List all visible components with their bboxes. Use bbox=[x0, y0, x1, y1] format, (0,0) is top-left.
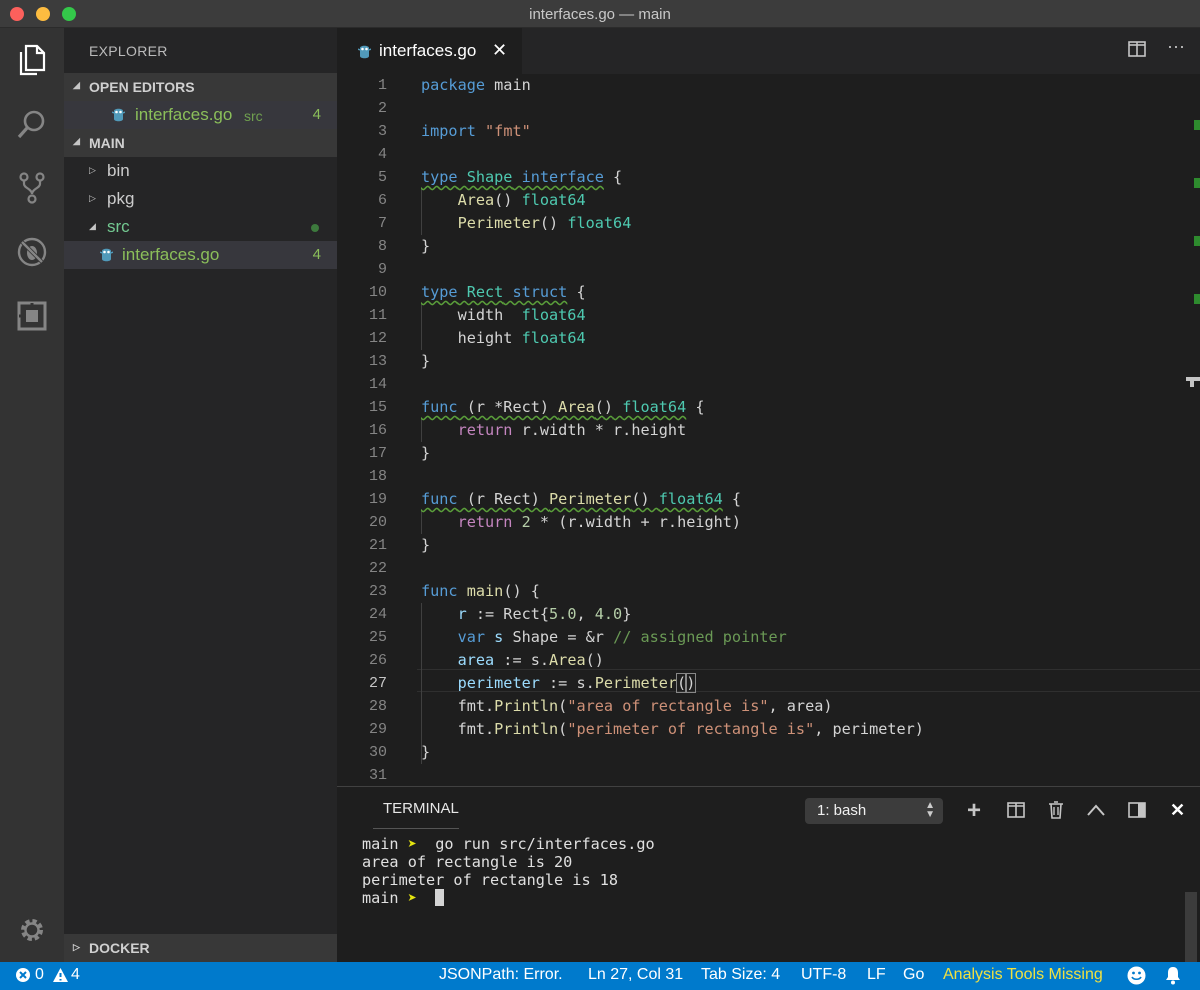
feedback-smiley-icon[interactable] bbox=[1127, 966, 1146, 990]
terminal-line: main ➤ bbox=[362, 889, 445, 907]
chevron-down-icon: ◢ bbox=[73, 136, 80, 146]
code-line: func main() { bbox=[421, 582, 540, 600]
go-file-icon bbox=[357, 43, 372, 65]
code-line: } bbox=[421, 743, 431, 761]
code-line: Area() float64 bbox=[457, 191, 586, 209]
status-bar: 0 4 JSONPath: Error. Ln 27, Col 31 Tab S… bbox=[0, 962, 1200, 990]
editor-tabs-bar: interfaces.go ✕ ··· bbox=[337, 28, 1200, 74]
code-line: import "fmt" bbox=[421, 122, 531, 140]
debug-icon[interactable] bbox=[14, 234, 50, 270]
encoding[interactable]: UTF-8 bbox=[801, 966, 846, 984]
warning-count[interactable]: 4 bbox=[71, 966, 80, 984]
tree-item-src[interactable]: ◢ src bbox=[64, 213, 337, 241]
extensions-icon[interactable] bbox=[14, 298, 50, 334]
code-line: height float64 bbox=[457, 329, 586, 347]
window-title: interfaces.go — main bbox=[529, 6, 671, 23]
tab-interfaces-go[interactable]: interfaces.go ✕ bbox=[337, 28, 522, 74]
code-line: var s Shape = &r // assigned pointer bbox=[457, 628, 787, 646]
terminal-cursor bbox=[435, 889, 445, 906]
code-line: type Rect struct { bbox=[421, 283, 586, 301]
split-terminal-icon[interactable] bbox=[1007, 802, 1025, 823]
code-line: } bbox=[421, 444, 431, 462]
terminal-line: perimeter of rectangle is 18 bbox=[362, 871, 619, 889]
code-line: fmt.Println("area of rectangle is", area… bbox=[457, 697, 833, 715]
trash-icon[interactable] bbox=[1048, 801, 1064, 824]
bell-icon[interactable] bbox=[1164, 966, 1182, 990]
tree-item-pkg[interactable]: ▷ pkg bbox=[64, 185, 337, 213]
activity-bar bbox=[0, 28, 64, 962]
go-file-icon bbox=[99, 246, 114, 268]
code-line: Perimeter() float64 bbox=[457, 214, 632, 232]
chevron-down-icon: ◢ bbox=[89, 221, 96, 231]
warning-icon[interactable] bbox=[52, 967, 69, 988]
code-line: area := s.Area() bbox=[457, 651, 604, 669]
go-file-icon bbox=[111, 106, 126, 128]
code-line: return 2 * (r.width + r.height) bbox=[457, 513, 742, 531]
code-line: fmt.Println("perimeter of rectangle is",… bbox=[457, 720, 924, 738]
chevron-right-icon: ▷ bbox=[73, 942, 80, 952]
terminal-select[interactable]: 1: bash ▲ ▼ bbox=[805, 798, 943, 824]
code-editor[interactable]: 1 2 3 4 5 6 7 8 9 10 11 12 13 14 15 16 1… bbox=[337, 74, 1200, 786]
open-editors-section[interactable]: ◢ OPEN EDITORS bbox=[64, 73, 337, 101]
main-folder-section[interactable]: ◢ MAIN bbox=[64, 129, 337, 157]
terminal-panel: TERMINAL 1: bash ▲ ▼ + ✕ main ➤ go run sr… bbox=[337, 786, 1200, 962]
jsonpath-status[interactable]: JSONPath: Error. bbox=[439, 966, 563, 984]
cursor-position[interactable]: Ln 27, Col 31 bbox=[588, 966, 683, 984]
chevron-up-down-icon: ▲ ▼ bbox=[925, 800, 935, 820]
more-icon[interactable]: ··· bbox=[1167, 36, 1185, 57]
explorer-title: EXPLORER bbox=[89, 43, 168, 59]
overview-ruler-mark bbox=[1194, 236, 1200, 246]
explorer-sidebar: EXPLORER ◢ OPEN EDITORS interfaces.go sr… bbox=[64, 28, 337, 962]
problem-count-badge: 4 bbox=[312, 106, 321, 123]
code-line: r := Rect{5.0, 4.0} bbox=[457, 605, 632, 623]
modified-indicator bbox=[311, 224, 319, 232]
code-line: } bbox=[421, 352, 431, 370]
overview-ruler-mark bbox=[1194, 178, 1200, 188]
chevron-down-icon: ◢ bbox=[73, 80, 80, 90]
close-tab-icon[interactable]: ✕ bbox=[492, 40, 507, 61]
error-icon[interactable] bbox=[15, 967, 31, 988]
line-ending[interactable]: LF bbox=[867, 966, 886, 984]
close-panel-icon[interactable]: ✕ bbox=[1170, 800, 1185, 821]
tree-item-interfaces-go[interactable]: interfaces.go 4 bbox=[64, 241, 337, 269]
code-line: package main bbox=[421, 76, 531, 94]
code-line: type Shape interface { bbox=[421, 168, 623, 186]
source-control-icon[interactable] bbox=[14, 170, 50, 206]
terminal-line: area of rectangle is 20 bbox=[362, 853, 573, 871]
tree-item-bin[interactable]: ▷ bin bbox=[64, 157, 337, 185]
split-editor-icon[interactable] bbox=[1128, 41, 1146, 62]
code-line: } bbox=[421, 536, 431, 554]
tab-terminal[interactable]: TERMINAL bbox=[383, 800, 459, 817]
tab-size[interactable]: Tab Size: 4 bbox=[701, 966, 780, 984]
problem-count-badge: 4 bbox=[312, 246, 321, 263]
gear-icon[interactable] bbox=[14, 912, 50, 948]
search-icon[interactable] bbox=[14, 106, 50, 142]
title-bar: interfaces.go — main bbox=[0, 0, 1200, 28]
error-count[interactable]: 0 bbox=[35, 966, 44, 984]
code-line: width float64 bbox=[457, 306, 586, 324]
add-terminal-icon[interactable]: + bbox=[967, 797, 981, 825]
code-line: return r.width * r.height bbox=[457, 421, 687, 439]
overview-ruler-mark bbox=[1194, 120, 1200, 130]
terminal-line: main ➤ go run src/interfaces.go bbox=[362, 835, 655, 853]
chevron-right-icon: ▷ bbox=[89, 165, 96, 175]
chevron-right-icon: ▷ bbox=[89, 193, 96, 203]
code-line: perimeter := s.Perimeter() bbox=[457, 673, 697, 693]
toggle-panel-icon[interactable] bbox=[1128, 802, 1146, 823]
maximize-panel-icon[interactable] bbox=[1087, 803, 1105, 821]
terminal-scrollbar[interactable] bbox=[1185, 892, 1197, 962]
code-line: func (r *Rect) Area() float64 { bbox=[421, 398, 705, 416]
code-line: func (r Rect) Perimeter() float64 { bbox=[421, 490, 742, 508]
analysis-tools-warning[interactable]: Analysis Tools Missing bbox=[943, 966, 1103, 984]
open-editor-item[interactable]: interfaces.go src 4 bbox=[64, 101, 337, 129]
language-mode[interactable]: Go bbox=[903, 966, 924, 984]
docker-section[interactable]: ▷ DOCKER bbox=[64, 934, 337, 962]
files-icon[interactable] bbox=[14, 42, 50, 78]
code-line: } bbox=[421, 237, 431, 255]
overview-ruler-mark bbox=[1194, 294, 1200, 304]
